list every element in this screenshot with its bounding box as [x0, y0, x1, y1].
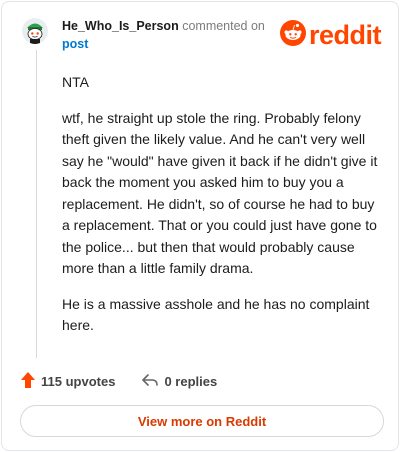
author-username[interactable]: He_Who_Is_Person [62, 19, 179, 33]
commented-on-text: commented on [182, 19, 265, 33]
upvote-arrow-icon [20, 371, 41, 392]
post-link[interactable]: post [62, 35, 282, 53]
upvote-button[interactable]: 115 upvotes [20, 371, 115, 392]
view-more-button[interactable]: View more on Reddit [20, 405, 384, 437]
comment-header: He_Who_Is_Person commented on post [62, 17, 282, 53]
upvote-count: 115 upvotes [41, 373, 116, 389]
reddit-wordmark: reddit [309, 20, 382, 50]
comment-paragraph: NTA [62, 74, 89, 90]
reply-count: 0 replies [164, 373, 218, 389]
comment-paragraph: wtf, he straight up stole the ring. Prob… [62, 109, 378, 277]
reddit-logo[interactable]: reddit [280, 19, 382, 51]
reddit-snoo-icon [280, 19, 306, 51]
thread-line [36, 50, 37, 358]
comment-actions: 115 upvotes 0 replies [20, 371, 217, 391]
avatar[interactable] [22, 18, 48, 44]
embedded-comment-card: He_Who_Is_Person commented on post reddi… [1, 1, 399, 451]
comment-paragraph: He is a massive asshole and he has no co… [62, 295, 370, 334]
comment-body: NTA wtf, he straight up stole the ring. … [62, 72, 382, 351]
replies-button[interactable]: 0 replies [141, 372, 217, 391]
reply-arrow-icon [141, 372, 164, 391]
